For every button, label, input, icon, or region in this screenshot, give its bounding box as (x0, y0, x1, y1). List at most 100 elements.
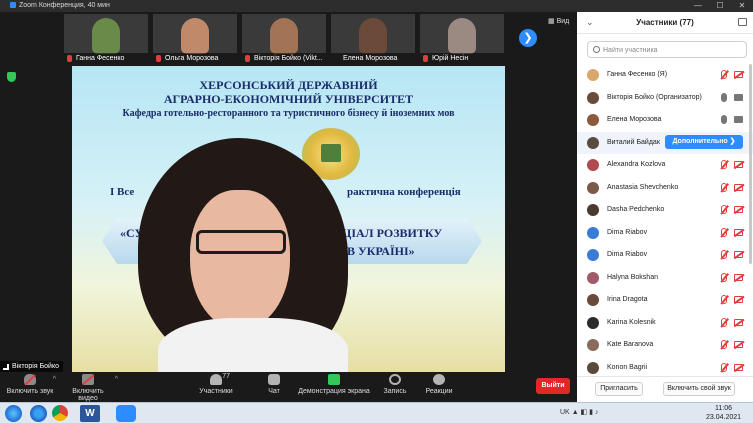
search-icon (593, 46, 600, 53)
thumbnail-name: Юрій Несін (432, 55, 469, 62)
thumbnail-name: Елена Морозова (343, 55, 398, 62)
participant-name: Елена Морозова (607, 116, 662, 123)
participant-row[interactable]: Irina Dragota (577, 289, 753, 312)
participant-row[interactable]: Halyna Bokshan (577, 267, 753, 290)
record-label: Запись (383, 388, 407, 395)
participant-search (587, 41, 747, 58)
participant-name: Anastasia Shevchenko (607, 183, 679, 191)
chevron-up-icon[interactable]: ^ (53, 376, 56, 383)
encryption-shield-icon[interactable] (7, 72, 16, 82)
avatar (587, 204, 599, 216)
record-button[interactable]: Запись (380, 374, 410, 395)
participant-name: Karina Kolesnik (607, 318, 656, 326)
scrollbar[interactable] (749, 64, 752, 264)
share-screen-label: Демонстрация экрана (298, 388, 370, 395)
active-speaker-name-tag: Вікторія Бойко (0, 361, 64, 372)
camera-off-icon (734, 161, 743, 168)
thumbnail-name-tag: Ольга Морозова (153, 53, 237, 64)
start-video-label: Включить видео (72, 388, 104, 402)
active-speaker-name: Вікторія Бойко (12, 363, 60, 370)
participants-panel: ⌄ Участники (77) Ганна Фесенко (Я) Віктор… (577, 12, 753, 402)
chevron-up-icon[interactable]: ^ (115, 376, 118, 383)
word-icon[interactable]: W (80, 405, 100, 422)
participant-row[interactable]: Kate Baranova (577, 334, 753, 357)
start-video-button[interactable]: Включить видео ^ (62, 374, 118, 402)
participant-row[interactable]: Anastasia Shevchenko (577, 177, 753, 200)
participant-row[interactable]: Dima Riabov (577, 244, 753, 267)
clock[interactable]: 11:06 23.04.2021 (706, 404, 741, 422)
avatar (587, 316, 599, 329)
video-thumbnail[interactable]: Ольга Морозова (153, 14, 237, 64)
panel-title: Участники (77) (636, 18, 694, 27)
video-thumbnail[interactable]: Ганна Фесенко (64, 14, 148, 64)
camera-icon (734, 116, 743, 123)
avatar (587, 249, 599, 261)
minimize-button[interactable]: — (687, 0, 709, 12)
speaker-blouse (158, 318, 348, 372)
system-tray: UK ▲ ◧ ▮ ♪ (560, 408, 598, 416)
participants-button[interactable]: 77 Участники (196, 373, 236, 395)
maximize-button[interactable]: ☐ (709, 0, 731, 12)
record-icon (389, 374, 401, 385)
start-button-icon[interactable] (5, 405, 22, 422)
grid-icon: ▦ (548, 18, 557, 25)
mic-muted-icon (721, 205, 727, 214)
more-button[interactable]: Дополнительно ❯ (665, 134, 743, 149)
zoom-taskbar-icon[interactable] (116, 405, 136, 422)
participant-row[interactable]: Alexandra Kozlova (577, 154, 753, 177)
speaker-face (190, 190, 290, 330)
video-thumbnail[interactable]: Юрій Несін (420, 14, 504, 64)
search-input[interactable] (603, 44, 743, 56)
participant-row[interactable]: Вікторія Бойко (Организатор) (577, 87, 753, 110)
panel-footer: Пригласить Включить свой звук (577, 376, 753, 402)
mic-icon (721, 92, 727, 102)
language-indicator[interactable]: UK (560, 409, 570, 416)
avatar (587, 181, 599, 194)
invite-button[interactable]: Пригласить (595, 382, 643, 396)
avatar (587, 271, 599, 284)
zoom-app-icon (10, 2, 16, 9)
unmute-button[interactable]: Включить звук ^ (6, 374, 56, 395)
camera-off-icon (734, 71, 743, 78)
participants-icon: 77 (210, 373, 230, 385)
chat-label: Чат (268, 388, 280, 395)
participant-row[interactable]: Dima Riabov (577, 222, 753, 245)
chrome-icon[interactable] (52, 405, 68, 421)
chevron-right-icon: ❯ (523, 32, 533, 44)
panel-header: ⌄ Участники (77) (577, 12, 753, 34)
participant-list: Ганна Фесенко (Я) Вікторія Бойко (Организ… (577, 64, 753, 379)
participant-row[interactable]: Ганна Фесенко (Я) (577, 64, 753, 87)
internet-explorer-icon[interactable] (30, 405, 47, 422)
leave-button[interactable]: Выйти (536, 378, 570, 394)
thumbnail-name-tag: Ганна Фесенко (64, 53, 148, 64)
participant-row[interactable]: Dasha Pedchenko (577, 199, 753, 222)
avatar (587, 91, 599, 104)
share-screen-button[interactable]: Демонстрация экрана (298, 374, 370, 395)
popout-icon[interactable] (738, 18, 747, 26)
participant-name: Вікторія Бойко (Организатор) (607, 93, 702, 101)
camera-off-icon (734, 296, 743, 303)
view-button[interactable]: ▦ Вид (548, 17, 569, 25)
mic-muted-icon (721, 70, 727, 79)
slide-line-3: Кафедра готельно-ресторанного та туристи… (122, 108, 455, 119)
chat-icon (268, 374, 280, 385)
slide-line-1: ХЕРСОНСЬКИЙ ДЕРЖАВНИЙ (199, 78, 378, 92)
video-thumbnail[interactable]: Вікторія Бойко (Vikt... (242, 14, 326, 64)
participant-row[interactable]: Виталий Байдак Дополнительно ❯ (577, 131, 753, 154)
participant-row[interactable]: Елена Морозова (577, 109, 753, 132)
next-page-button[interactable]: ❯ (519, 29, 537, 47)
participant-row[interactable]: Karina Kolesnik (577, 312, 753, 335)
unmute-me-button[interactable]: Включить свой звук (663, 382, 735, 396)
camera-off-icon (734, 228, 743, 236)
mic-muted-icon (24, 374, 36, 385)
slide-line-2: АГРАРНО-ЕКОНОМІЧНИЙ УНІВЕРСИТЕТ (163, 92, 414, 106)
video-thumbnail[interactable]: Елена Морозова (331, 14, 415, 64)
reactions-label: Реакции (425, 388, 453, 395)
close-window-button[interactable]: ✕ (731, 0, 753, 12)
camera-off-icon (734, 341, 743, 348)
mic-icon (721, 115, 727, 124)
chat-button[interactable]: Чат (262, 374, 286, 395)
thumbnail-name-tag: Елена Морозова (331, 53, 415, 64)
reactions-button[interactable]: Реакции (424, 374, 454, 395)
avatar (587, 136, 599, 149)
